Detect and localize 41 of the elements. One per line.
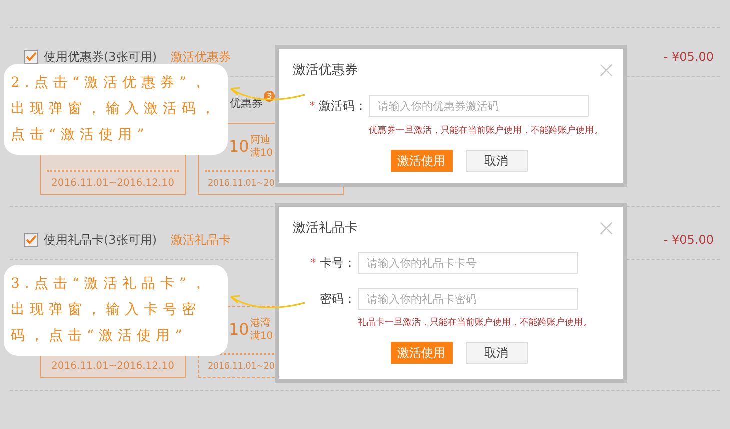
dialog-title: 激活礼品卡	[293, 220, 358, 237]
coupon-value: 10	[229, 139, 250, 155]
option-label: 使用礼品卡	[44, 232, 104, 248]
dialog-title: 激活优惠券	[293, 62, 358, 79]
input-field[interactable]: 请输入你的优惠券激活码	[369, 95, 589, 117]
coupon-condition: 满10	[250, 147, 274, 160]
field-label: 密码：	[320, 290, 356, 308]
coupon-name: 阿迪	[250, 134, 272, 147]
close-icon[interactable]	[600, 64, 613, 76]
warning-text: 优惠券一旦激活，只能在当前账户使用，不能跨账户使用。	[368, 124, 604, 137]
close-icon[interactable]	[600, 222, 613, 234]
warning-text: 礼品卡一旦激活，只能在当前账户使用，不能跨账户使用。	[357, 316, 593, 329]
coupon-value: 10	[229, 322, 250, 338]
activate-link[interactable]: 激活优惠券	[171, 48, 231, 66]
instruction-tooltip: 2.点击“激活优惠券”，出现弹窗，输入激活码，点击“激活使用”	[4, 64, 228, 155]
activate-button[interactable]: 激活使用	[390, 342, 452, 364]
activate-button[interactable]: 激活使用	[390, 150, 452, 172]
cancel-button[interactable]: 取消	[466, 150, 528, 172]
coupon-date: 2016.11.01~2016.12.10	[50, 178, 176, 190]
count-badge: 3	[264, 90, 275, 102]
coupon-date: 2016.11.01~20	[207, 361, 276, 373]
discount-amount: - ¥05.00	[664, 233, 714, 247]
coupon-date: 2016.11.01~20	[207, 178, 276, 190]
coupon-date: 2016.11.01~2016.12.10	[50, 361, 176, 373]
activate-link[interactable]: 激活礼品卡	[171, 232, 231, 248]
cancel-button[interactable]: 取消	[466, 342, 528, 364]
input-field[interactable]: 请输入你的礼品卡密码	[358, 288, 578, 310]
required-mark: *	[311, 258, 316, 268]
field-label: 卡号：	[320, 254, 356, 272]
field-label: 激活码：	[319, 98, 367, 114]
instruction-tooltip: 3.点击“激活礼品卡”，出现弹窗，输入卡号密码，点击“激活使用”	[4, 265, 228, 356]
discount-amount: - ¥05.00	[664, 50, 714, 64]
input-field[interactable]: 请输入你的礼品卡卡号	[358, 252, 578, 274]
checkbox[interactable]	[24, 233, 38, 247]
required-mark: *	[310, 100, 315, 112]
coupon-condition: 满10	[250, 330, 274, 343]
available-count: (3张可用)	[104, 232, 157, 248]
available-count: (3张可用)	[104, 48, 157, 66]
option-label: 使用优惠券	[44, 48, 104, 66]
checkbox[interactable]	[24, 50, 38, 64]
coupon-name: 港湾	[250, 317, 272, 330]
